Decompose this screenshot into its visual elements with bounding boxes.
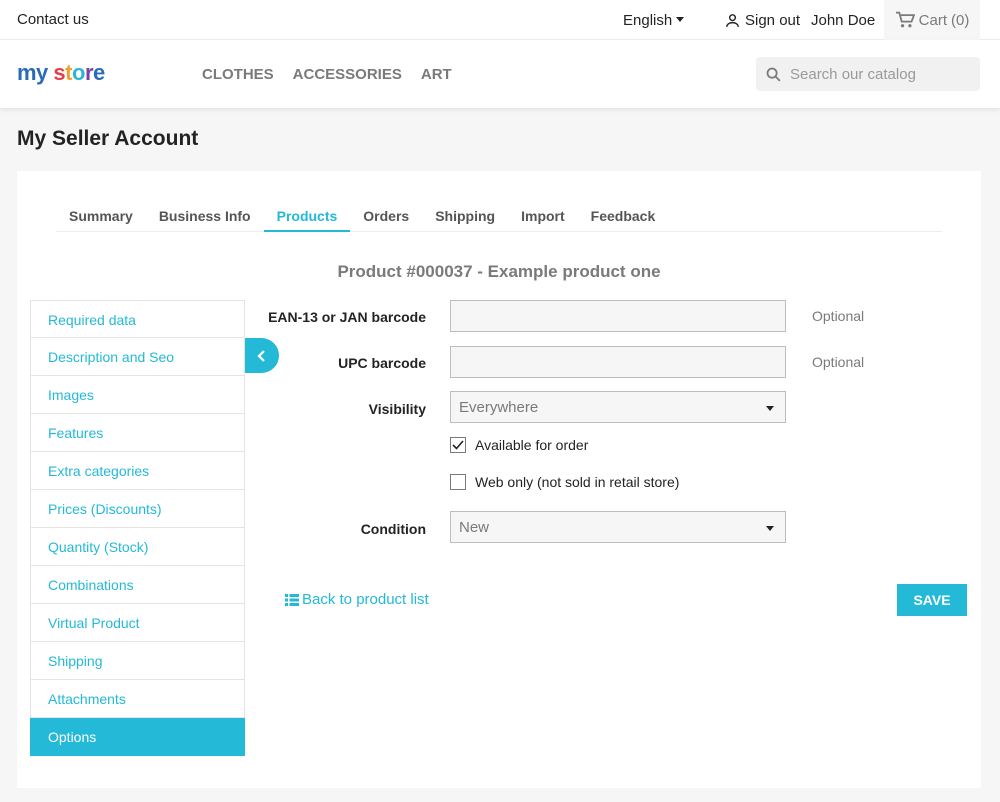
ean-input[interactable]: [450, 300, 786, 332]
visibility-select[interactable]: Everywhere: [450, 391, 786, 423]
tab-shipping[interactable]: Shipping: [422, 198, 508, 232]
search-icon[interactable]: [765, 66, 782, 83]
available-for-order-checkbox[interactable]: Available for order: [450, 437, 588, 453]
nav-item-art[interactable]: Art: [421, 66, 452, 83]
sidebar-item-virtual-product[interactable]: Virtual Product: [30, 604, 245, 642]
sidebar-item-description-seo[interactable]: Description and Seo: [30, 338, 245, 376]
sidebar-item-prices[interactable]: Prices (Discounts): [30, 490, 245, 528]
top-bar: Contact us English Sign out John Doe Car…: [0, 0, 1000, 40]
tab-orders[interactable]: Orders: [350, 198, 422, 232]
sign-out-link[interactable]: Sign out: [724, 12, 800, 29]
cart-label: Cart: [918, 11, 947, 29]
product-sections-sidebar: Required data Description and Seo Images…: [30, 300, 245, 756]
search-box: [756, 57, 980, 91]
upc-input[interactable]: [450, 346, 786, 378]
account-tabs: Summary Business Info Products Orders Sh…: [56, 198, 942, 232]
upc-hint: Optional: [812, 354, 865, 370]
user-icon: [726, 14, 739, 27]
sidebar-item-shipping[interactable]: Shipping: [30, 642, 245, 680]
product-title: Product #000037 - Example product one: [337, 262, 661, 281]
cart-button[interactable]: Cart (0): [884, 0, 980, 40]
back-to-product-list-link[interactable]: Back to product list: [285, 591, 429, 608]
nav-item-accessories[interactable]: Accessories: [293, 66, 402, 83]
ean-label: EAN-13 or JAN barcode: [268, 309, 426, 325]
checkbox-box[interactable]: [450, 437, 466, 453]
sign-out-label: Sign out: [745, 12, 801, 29]
sidebar-item-options[interactable]: Options: [30, 718, 245, 756]
page-title: My Seller Account: [17, 127, 199, 150]
upc-label: UPC barcode: [338, 355, 426, 371]
condition-select[interactable]: New: [450, 511, 786, 543]
cart-icon: [895, 11, 915, 28]
sidebar-item-features[interactable]: Features: [30, 414, 245, 452]
tab-import[interactable]: Import: [508, 198, 578, 232]
language-selector[interactable]: English: [623, 12, 685, 29]
checkbox-box[interactable]: [450, 474, 466, 490]
contact-us-link[interactable]: Contact us: [17, 11, 89, 28]
language-label: English: [623, 12, 673, 29]
condition-label: Condition: [360, 521, 426, 537]
account-name-link[interactable]: John Doe: [811, 12, 875, 29]
main-nav: Clothes Accessories Art: [202, 66, 452, 83]
save-button[interactable]: Save: [897, 584, 967, 616]
web-only-label: Web only (not sold in retail store): [475, 474, 680, 490]
sidebar-item-combinations[interactable]: Combinations: [30, 566, 245, 604]
back-link-label: Back to product list: [302, 591, 429, 608]
seller-account-panel: Summary Business Info Products Orders Sh…: [17, 171, 981, 788]
visibility-value: Everywhere: [459, 399, 539, 416]
ean-hint: Optional: [812, 308, 865, 324]
tab-business-info[interactable]: Business Info: [146, 198, 264, 232]
caret-down-icon: [676, 16, 685, 22]
tab-products[interactable]: Products: [263, 198, 351, 232]
caret-down-icon: [766, 406, 774, 411]
search-input[interactable]: [790, 65, 970, 83]
sidebar-item-quantity[interactable]: Quantity (Stock): [30, 528, 245, 566]
sidebar-item-extra-categories[interactable]: Extra categories: [30, 452, 245, 490]
sidebar-item-attachments[interactable]: Attachments: [30, 680, 245, 718]
site-header: my store Clothes Accessories Art: [0, 40, 1000, 108]
tab-feedback[interactable]: Feedback: [578, 198, 669, 232]
condition-value: New: [459, 519, 490, 536]
check-icon: [452, 440, 464, 450]
list-icon: [285, 593, 299, 606]
sidebar-item-images[interactable]: Images: [30, 376, 245, 414]
caret-down-icon: [766, 526, 774, 531]
nav-item-clothes[interactable]: Clothes: [202, 66, 274, 83]
sidebar-item-required-data[interactable]: Required data: [30, 300, 245, 338]
store-logo[interactable]: my store: [17, 60, 105, 86]
web-only-checkbox[interactable]: Web only (not sold in retail store): [450, 474, 679, 490]
tab-summary[interactable]: Summary: [56, 198, 146, 232]
visibility-label: Visibility: [368, 401, 426, 417]
available-for-order-label: Available for order: [475, 437, 589, 453]
cart-count: (0): [951, 11, 970, 29]
